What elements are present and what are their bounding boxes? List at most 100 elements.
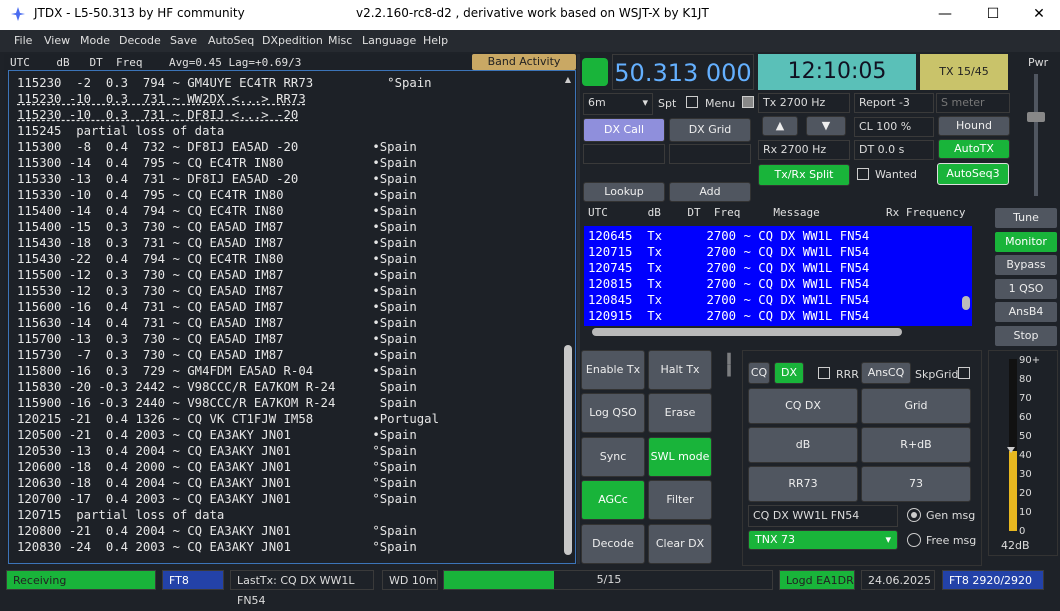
cq-button[interactable]: CQ <box>748 362 770 384</box>
menu-checkbox[interactable] <box>742 96 754 108</box>
swl-mode-button[interactable]: SWL mode <box>648 437 712 477</box>
decode-line[interactable]: 115800 -16 0.3 729 ~ GM4FDM EA5AD R-04 •… <box>17 363 417 379</box>
one-qso-button[interactable]: 1 QSO <box>995 279 1057 299</box>
decode-line[interactable]: 120700 -17 0.4 2003 ~ CQ EA3AKY JN01 °Sp… <box>17 491 417 507</box>
decode-line[interactable]: 120630 -18 0.4 2004 ~ CQ EA3AKY JN01 °Sp… <box>17 475 417 491</box>
generated-message-field[interactable]: CQ DX WW1L FN54 <box>748 505 898 527</box>
menu-save[interactable]: Save <box>170 34 197 47</box>
skpgrid-checkbox[interactable] <box>958 367 970 379</box>
menu-mode[interactable]: Mode <box>80 34 110 47</box>
smeter-field[interactable]: S meter <box>936 93 1010 113</box>
decode-line[interactable]: 120800 -21 0.4 2004 ~ CQ EA3AKY JN01 °Sp… <box>17 523 417 539</box>
arrow-up-icon[interactable]: ▲ <box>762 116 798 136</box>
r-db-button[interactable]: R+dB <box>861 427 971 463</box>
rx-frequency-list[interactable]: 120645 Tx 2700 ~ CQ DX WW1L FN54 120715 T… <box>584 226 972 326</box>
rrr-checkbox[interactable] <box>818 367 830 379</box>
clear-dx-button[interactable]: Clear DX <box>648 524 712 564</box>
report-field[interactable]: Report -3 <box>854 93 934 113</box>
decode-line[interactable]: 115330 -10 0.4 795 ~ CQ EC4TR IN80 •Spai… <box>17 187 417 203</box>
rx-line[interactable]: 120645 Tx 2700 ~ CQ DX WW1L FN54 <box>588 228 869 244</box>
rx-line[interactable]: 120745 Tx 2700 ~ CQ DX WW1L FN54 <box>588 260 869 276</box>
tx-order-arrows-icon[interactable]: ∥ ∥ <box>718 352 740 388</box>
decode-line[interactable]: 115400 -15 0.3 730 ~ CQ EA5AD IM87 •Spai… <box>17 219 417 235</box>
menu-help[interactable]: Help <box>423 34 448 47</box>
add-button[interactable]: Add <box>669 182 751 202</box>
lookup-button[interactable]: Lookup <box>583 182 665 202</box>
tune-button[interactable]: Tune <box>995 208 1057 228</box>
menu-file[interactable]: File <box>14 34 32 47</box>
free-msg-radio[interactable] <box>907 533 921 547</box>
decode-line[interactable]: 115230 -10 0.3 731 ~ DF8IJ <...> -20 <box>17 107 298 123</box>
cq-dx-button[interactable]: CQ DX <box>748 388 858 424</box>
pwr-slider-handle[interactable] <box>1027 112 1045 122</box>
tx-frequency-field[interactable]: Tx 2700 Hz <box>758 93 850 113</box>
log-qso-button[interactable]: Log QSO <box>581 393 645 433</box>
dx-button[interactable]: DX <box>774 362 804 384</box>
close-icon[interactable]: ✕ <box>1016 0 1060 30</box>
decode-line[interactable]: 115700 -13 0.3 730 ~ CQ EA5AD IM87 •Spai… <box>17 331 417 347</box>
decode-line[interactable]: 115430 -22 0.4 794 ~ CQ EC4TR IN80 •Spai… <box>17 251 417 267</box>
dx-grid-button[interactable]: DX Grid <box>669 118 751 142</box>
decode-line[interactable]: 115530 -12 0.3 730 ~ CQ EA5AD IM87 •Spai… <box>17 283 417 299</box>
halt-tx-button[interactable]: Halt Tx <box>648 350 712 390</box>
rx-hscrollbar[interactable] <box>592 328 902 336</box>
db-button[interactable]: dB <box>748 427 858 463</box>
scroll-thumb[interactable] <box>564 345 572 555</box>
stop-button[interactable]: Stop <box>995 326 1057 346</box>
dx-call-input[interactable] <box>583 144 665 164</box>
rx-line[interactable]: 120845 Tx 2700 ~ CQ DX WW1L FN54 <box>588 292 869 308</box>
rx-frequency-field[interactable]: Rx 2700 Hz <box>758 140 850 160</box>
menu-view[interactable]: View <box>44 34 70 47</box>
minimize-icon[interactable]: — <box>922 0 968 30</box>
gen-msg-radio[interactable] <box>907 508 921 522</box>
band-activity-list[interactable]: 115230 -2 0.3 794 ~ GM4UYE EC4TR RR73 °S… <box>8 70 576 564</box>
decode-line[interactable]: 115630 -14 0.4 731 ~ CQ EA5AD IM87 •Spai… <box>17 315 417 331</box>
decode-line[interactable]: 115600 -16 0.4 731 ~ CQ EA5AD IM87 •Spai… <box>17 299 417 315</box>
cl-field[interactable]: CL 100 % <box>854 117 934 137</box>
rr73-button[interactable]: RR73 <box>748 466 858 502</box>
panel-splitter[interactable] <box>577 54 580 564</box>
rx-line[interactable]: 120715 Tx 2700 ~ CQ DX WW1L FN54 <box>588 244 869 260</box>
grid-button[interactable]: Grid <box>861 388 971 424</box>
erase-button[interactable]: Erase <box>648 393 712 433</box>
autotx-button[interactable]: AutoTX <box>938 139 1010 159</box>
ansb4-button[interactable]: AnsB4 <box>995 302 1057 322</box>
tx-period-button[interactable]: TX 15/45 <box>920 54 1008 90</box>
menu-autoseq[interactable]: AutoSeq <box>208 34 254 47</box>
scroll-up-icon[interactable]: ▲ <box>563 75 573 85</box>
band-activity-scrollbar[interactable]: ▲ <box>563 73 573 561</box>
decode-line[interactable]: 115730 -7 0.3 730 ~ CQ EA5AD IM87 •Spain <box>17 347 417 363</box>
decode-line[interactable]: 115300 -14 0.4 795 ~ CQ EC4TR IN80 •Spai… <box>17 155 417 171</box>
decode-line[interactable]: 120215 -21 0.4 1326 ~ CQ VK CT1FJW IM58 … <box>17 411 439 427</box>
maximize-icon[interactable]: ☐ <box>970 0 1016 30</box>
spt-checkbox[interactable] <box>686 96 698 108</box>
menu-decode[interactable]: Decode <box>119 34 161 47</box>
decode-line[interactable]: 120830 -24 0.4 2003 ~ CQ EA3AKY JN01 °Sp… <box>17 539 417 555</box>
pwr-slider-track[interactable] <box>1034 74 1038 196</box>
arrow-down-icon[interactable]: ▼ <box>806 116 846 136</box>
decode-line[interactable]: 120715 partial loss of data <box>17 507 224 523</box>
txrx-split-button[interactable]: Tx/Rx Split <box>758 164 850 186</box>
decode-line[interactable]: 115300 -8 0.4 732 ~ DF8IJ EA5AD -20 •Spa… <box>17 139 417 155</box>
dx-call-button[interactable]: DX Call <box>583 118 665 142</box>
decode-line[interactable]: 115900 -16 -0.3 2440 ~ V98CCC/R EA7KOM R… <box>17 395 417 411</box>
menu-misc[interactable]: Misc <box>328 34 352 47</box>
wanted-checkbox[interactable] <box>857 168 869 180</box>
filter-button[interactable]: Filter <box>648 480 712 520</box>
decode-line[interactable]: 115230 -2 0.3 794 ~ GM4UYE EC4TR RR73 °S… <box>17 75 432 91</box>
decode-line[interactable]: 115830 -20 -0.3 2442 ~ V98CCC/R EA7KOM R… <box>17 379 417 395</box>
autoseq-button[interactable]: AutoSeq3 <box>937 163 1009 185</box>
band-select[interactable]: 6m ▾ <box>583 93 653 115</box>
band-activity-button[interactable]: Band Activity <box>472 54 576 70</box>
dt-field[interactable]: DT 0.0 s <box>854 140 934 160</box>
decode-line[interactable]: 115400 -14 0.4 794 ~ CQ EC4TR IN80 •Spai… <box>17 203 417 219</box>
rx-line[interactable]: 120815 Tx 2700 ~ CQ DX WW1L FN54 <box>588 276 869 292</box>
rx-line[interactable]: 120915 Tx 2700 ~ CQ DX WW1L FN54 <box>588 308 869 324</box>
decode-line[interactable]: 120500 -21 0.4 2003 ~ CQ EA3AKY JN01 •Sp… <box>17 427 417 443</box>
sync-button[interactable]: Sync <box>581 437 645 477</box>
bypass-button[interactable]: Bypass <box>995 255 1057 275</box>
hound-button[interactable]: Hound <box>938 116 1010 136</box>
decode-line[interactable]: 115330 -13 0.4 731 ~ DF8IJ EA5AD -20 •Sp… <box>17 171 417 187</box>
decode-line[interactable]: 115245 partial loss of data <box>17 123 224 139</box>
rx-scrollbar[interactable] <box>962 230 970 320</box>
